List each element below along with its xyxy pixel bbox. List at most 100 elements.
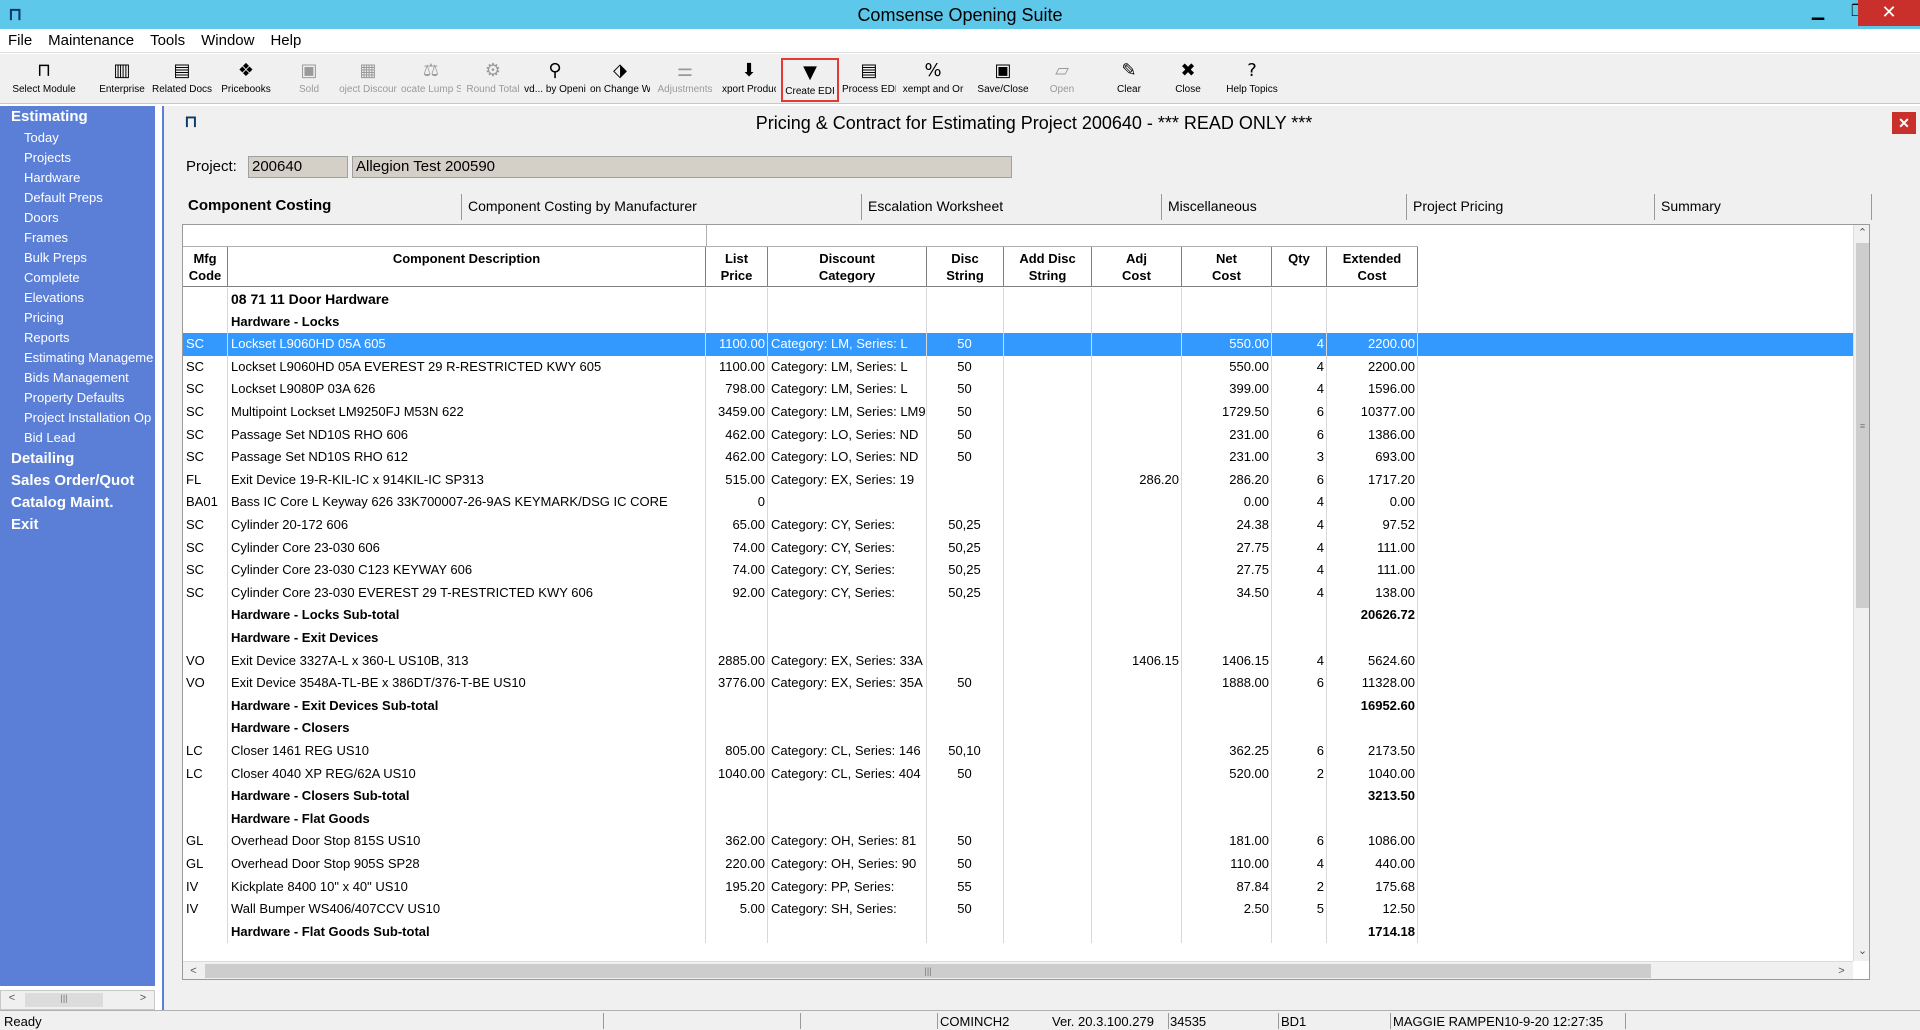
nav-bid-lead[interactable]: Bid Lead (0, 428, 155, 448)
menu-maintenance[interactable]: Maintenance (40, 29, 142, 52)
column-header-discount-category[interactable]: Discount Category (768, 247, 927, 287)
column-header-component-description[interactable]: Component Description (228, 247, 706, 287)
table-row[interactable]: SC Lockset L9080P 03A 626 798.00 Category: … (183, 378, 1854, 401)
toolbar-process-edi-button[interactable]: ▤ Process EDI (842, 58, 896, 102)
table-row[interactable]: BA01 Bass IC Core L Keyway 626 33K700007-… (183, 491, 1854, 514)
subtotal-row[interactable]: Hardware - Locks Sub-total 20626.72 (183, 604, 1854, 627)
group-header-row[interactable]: Hardware - Exit Devices (183, 627, 1854, 650)
toolbar-save-close-button[interactable]: ▣ Save/Close (975, 58, 1031, 102)
toolbar-help-button[interactable]: ? Help Topics (1220, 58, 1284, 102)
tab-component-costing[interactable]: Component Costing (182, 194, 462, 220)
table-row[interactable]: IV Wall Bumper WS406/407CCV US10 5.00 Categ… (183, 898, 1854, 921)
table-row[interactable]: LC Closer 1461 REG US10 805.00 Category: CL… (183, 740, 1854, 763)
table-row[interactable]: SC Passage Set ND10S RHO 606 462.00 Categor… (183, 424, 1854, 447)
horizontal-scroll-thumb[interactable]: ||| (205, 964, 1651, 978)
scroll-left-arrow-icon[interactable]: < (3, 992, 21, 1008)
table-row[interactable]: SC Lockset L9060HD 05A 605 1100.00 Category… (183, 333, 1854, 356)
nav-doors[interactable]: Doors (0, 208, 155, 228)
column-header-adj-cost[interactable]: Adj Cost (1092, 247, 1182, 287)
toolbar-round-total-button[interactable]: ⚙ Round Total (464, 58, 522, 102)
menu-tools[interactable]: Tools (142, 29, 193, 52)
table-row[interactable]: FL Exit Device 19-R-KIL-IC x 914KIL-IC SP… (183, 469, 1854, 492)
column-header-qty[interactable]: Qty (1272, 247, 1327, 287)
nav-elevations[interactable]: Elevations (0, 288, 155, 308)
toolbar-binoculars-button[interactable]: ⚲ vd... by Openi (524, 58, 586, 102)
nav-detailing[interactable]: Detailing (0, 448, 155, 470)
toolbar-export-product-button[interactable]: ⬇ xport Produc (722, 58, 776, 102)
table-row[interactable]: SC Multipoint Lockset LM9250FJ M53N 622 34… (183, 401, 1854, 424)
toolbar-create-edi-button[interactable]: ▼ Create EDI (781, 58, 839, 102)
nav-hardware[interactable]: Hardware (0, 168, 155, 188)
toolbar-sold-button[interactable]: ▣ Sold (284, 58, 334, 102)
menu-file[interactable]: File (0, 29, 40, 52)
minimize-button[interactable]: ▁ (1796, 0, 1840, 26)
toolbar-percent-button[interactable]: % xempt and Or (898, 58, 968, 102)
toolbar-close-button[interactable]: ✖ Close (1162, 58, 1214, 102)
column-header-add-disc-string[interactable]: Add Disc String (1004, 247, 1092, 287)
tab-component-costing-by-manufacturer[interactable]: Component Costing by Manufacturer (462, 194, 862, 220)
table-row[interactable]: SC Lockset L9060HD 05A EVEREST 29 R-RESTR… (183, 356, 1854, 379)
scroll-left-arrow-icon[interactable]: < (185, 962, 202, 979)
vertical-scrollbar[interactable]: ⌃ ≡ ⌄ (1853, 225, 1869, 961)
toolbar-enterprise-button[interactable]: ▥ Enterprise (96, 58, 148, 102)
nav-estimating[interactable]: Estimating (0, 106, 155, 128)
group-header-row[interactable]: Hardware - Locks (183, 311, 1854, 334)
table-row[interactable]: SC Cylinder Core 23-030 606 74.00 Category:… (183, 537, 1854, 560)
nav-reports[interactable]: Reports (0, 328, 155, 348)
table-row[interactable]: GL Overhead Door Stop 815S US10 362.00 Cate… (183, 830, 1854, 853)
scroll-right-arrow-icon[interactable]: > (134, 992, 152, 1008)
nav-projects[interactable]: Projects (0, 148, 155, 168)
menu-help[interactable]: Help (262, 29, 309, 52)
nav-project-installation-op[interactable]: Project Installation Op (0, 408, 155, 428)
vertical-scroll-thumb[interactable]: ≡ (1856, 243, 1869, 608)
table-row[interactable]: VO Exit Device 3327A-L x 360-L US10B, 313… (183, 650, 1854, 673)
group-header-row[interactable]: Hardware - Flat Goods (183, 808, 1854, 831)
tab-project-pricing[interactable]: Project Pricing (1407, 194, 1655, 220)
table-row[interactable]: VO Exit Device 3548A-TL-BE x 386DT/376-T-… (183, 672, 1854, 695)
table-row[interactable]: LC Closer 4040 XP REG/62A US10 1040.00 Cate… (183, 763, 1854, 786)
nav-estimating-manageme[interactable]: Estimating Manageme (0, 348, 155, 368)
scroll-right-arrow-icon[interactable]: > (1833, 962, 1850, 979)
table-row[interactable]: SC Cylinder 20-172 606 65.00 Category: CY, … (183, 514, 1854, 537)
nav-frames[interactable]: Frames (0, 228, 155, 248)
toolbar-select-module-button[interactable]: ⊓ Select Module (6, 58, 82, 102)
group-header-row[interactable]: 08 71 11 Door Hardware (183, 288, 1854, 311)
nav-default-preps[interactable]: Default Preps (0, 188, 155, 208)
group-header-row[interactable]: Hardware - Closers (183, 717, 1854, 740)
nav-property-defaults[interactable]: Property Defaults (0, 388, 155, 408)
column-header-mfg-code[interactable]: Mfg Code (183, 247, 228, 287)
nav-catalog-maint[interactable]: Catalog Maint. (0, 492, 155, 514)
project-name-field[interactable]: Allegion Test 200590 (352, 156, 1012, 178)
menu-window[interactable]: Window (193, 29, 262, 52)
subtotal-row[interactable]: Hardware - Exit Devices Sub-total 16952.6… (183, 695, 1854, 718)
subtotal-row[interactable]: Hardware - Flat Goods Sub-total 1714.18 (183, 921, 1854, 944)
tab-escalation-worksheet[interactable]: Escalation Worksheet (862, 194, 1162, 220)
toolbar-adjustments-button[interactable]: ⚌ Adjustments (654, 58, 716, 102)
table-row[interactable]: SC Passage Set ND10S RHO 612 462.00 Categor… (183, 446, 1854, 469)
nav-bulk-preps[interactable]: Bulk Preps (0, 248, 155, 268)
project-number-field[interactable]: 200640 (248, 156, 348, 178)
nav-sales-order-quot[interactable]: Sales Order/Quot (0, 470, 155, 492)
close-window-button[interactable]: ✕ (1858, 0, 1920, 26)
table-row[interactable]: IV Kickplate 8400 10" x 40" US10 195.20 Cat… (183, 876, 1854, 899)
horizontal-scrollbar[interactable]: < ||| > (183, 961, 1853, 979)
table-row[interactable]: SC Cylinder Core 23-030 C123 KEYWAY 606 74… (183, 559, 1854, 582)
left-nav-scrollbar[interactable]: < ||| > (0, 990, 155, 1010)
table-row[interactable]: GL Overhead Door Stop 905S SP28 220.00 Cate… (183, 853, 1854, 876)
tab-summary[interactable]: Summary (1655, 194, 1872, 220)
column-header-list-price[interactable]: List Price (706, 247, 768, 287)
column-header-disc-string[interactable]: Disc String (927, 247, 1004, 287)
toolbar-pricebooks-button[interactable]: ❖ Pricebooks (215, 58, 277, 102)
scroll-down-arrow-icon[interactable]: ⌄ (1854, 943, 1869, 960)
subtotal-row[interactable]: Hardware - Closers Sub-total 3213.50 (183, 785, 1854, 808)
nav-exit[interactable]: Exit (0, 514, 155, 536)
toolbar-open-button[interactable]: ▱ Open (1037, 58, 1087, 102)
table-row[interactable]: SC Cylinder Core 23-030 EVEREST 29 T-REST… (183, 582, 1854, 605)
scroll-up-arrow-icon[interactable]: ⌃ (1854, 225, 1869, 242)
scroll-thumb[interactable]: ||| (25, 993, 103, 1007)
nav-today[interactable]: Today (0, 128, 155, 148)
tab-miscellaneous[interactable]: Miscellaneous (1162, 194, 1407, 220)
nav-pricing[interactable]: Pricing (0, 308, 155, 328)
toolbar-allocate-lump-sum-button[interactable]: ⚖ ocate Lump S (401, 58, 461, 102)
column-header-extended-cost[interactable]: Extended Cost (1327, 247, 1418, 287)
